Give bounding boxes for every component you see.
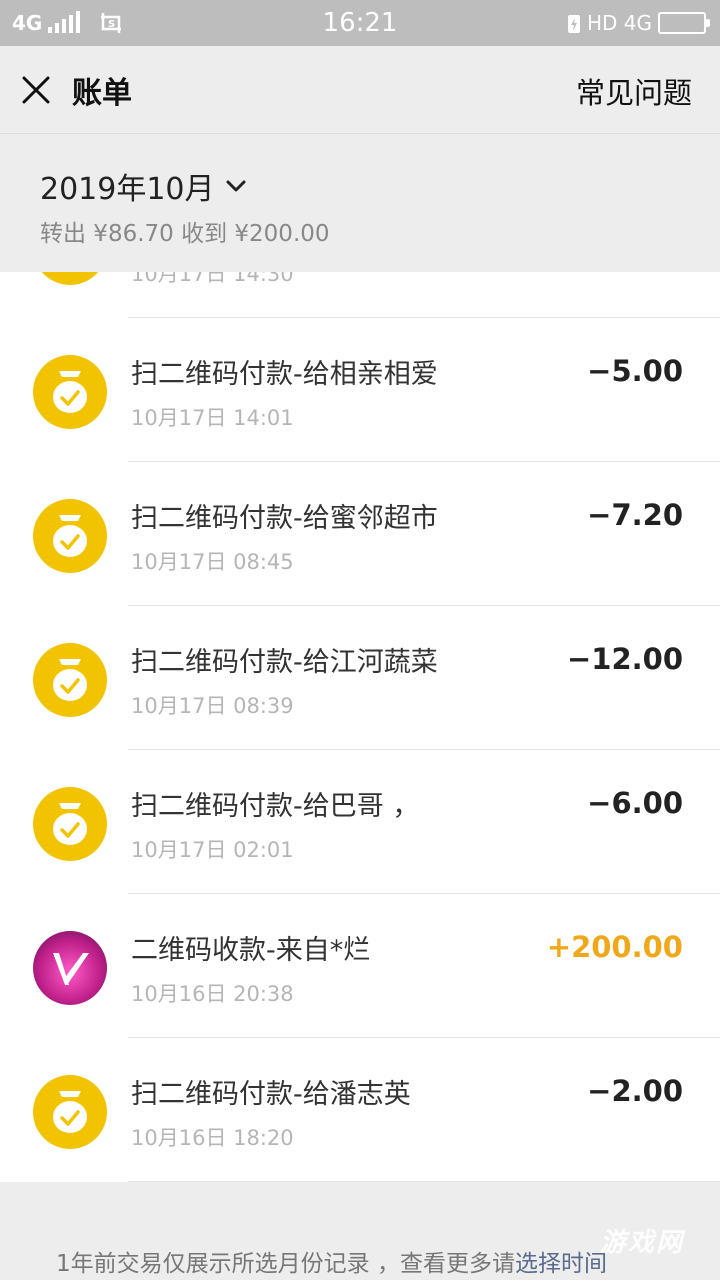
page-title: 账单 xyxy=(72,76,132,111)
select-time-link[interactable]: 选择时间 xyxy=(515,1251,607,1277)
money-bag-icon xyxy=(33,355,107,429)
charging-icon xyxy=(567,15,580,33)
transaction-title: 二维码收款-来自*烂 xyxy=(131,935,371,966)
month-label: 2019年10月 xyxy=(40,172,215,207)
money-bag-icon xyxy=(33,787,107,861)
money-bag-icon xyxy=(33,643,107,717)
transaction-time: 10月17日 14:30 xyxy=(131,272,294,286)
status-right-text: HD 4G xyxy=(586,11,652,35)
avatar-photo xyxy=(33,931,107,1005)
transaction-row[interactable]: 二维码收款-来自*烂 10月16日 20:38 +200.00 xyxy=(0,894,720,1038)
transaction-row[interactable]: 扫二维码付款-给江河蔬菜 10月17日 08:39 −12.00 xyxy=(0,606,720,750)
transaction-amount: +200.00 xyxy=(546,930,683,964)
money-bag-icon xyxy=(33,272,107,285)
transaction-list[interactable]: 10月17日 14:30 扫二维码付款-给相亲相爱 10月17日 14:01 −… xyxy=(0,272,720,1182)
transaction-amount: −5.00 xyxy=(587,354,683,388)
transaction-time: 10月17日 02:01 xyxy=(131,838,294,862)
transaction-row[interactable]: 扫二维码付款-给蜜邻超市 10月17日 08:45 −7.20 xyxy=(0,462,720,606)
watermark: 游戏网 xyxy=(599,1228,684,1258)
transaction-title: 扫二维码付款-给巴哥 ， xyxy=(131,791,420,822)
transaction-title: 扫二维码付款-给潘志英 xyxy=(131,1079,411,1110)
transaction-time: 10月17日 08:45 xyxy=(131,550,294,574)
transaction-time: 10月16日 18:20 xyxy=(131,1126,294,1150)
chevron-down-icon xyxy=(226,180,246,192)
money-bag-icon xyxy=(33,1075,107,1149)
transaction-amount: −6.00 xyxy=(587,786,683,820)
footer-note: 1年前交易仅展示所选月份记录 ，查看更多请选择时间 xyxy=(56,1244,607,1278)
close-icon[interactable] xyxy=(18,72,54,108)
status-bar: 4G S 16:21 HD 4G xyxy=(0,0,720,46)
footer-note-text: 1年前交易仅展示所选月份记录 ，查看更多请 xyxy=(56,1251,515,1277)
transaction-row[interactable]: 扫二维码付款-给潘志英 10月16日 18:20 −2.00 xyxy=(0,1038,720,1182)
transaction-amount: −12.00 xyxy=(566,642,683,676)
transaction-time: 10月16日 20:38 xyxy=(131,982,294,1006)
battery-icon xyxy=(658,12,710,34)
transaction-time: 10月17日 08:39 xyxy=(131,694,294,718)
month-summary: 转出 ¥86.70 收到 ¥200.00 xyxy=(40,221,330,247)
transaction-row[interactable]: 扫二维码付款-给巴哥 ， 10月17日 02:01 −6.00 xyxy=(0,750,720,894)
transaction-title: 扫二维码付款-给相亲相爱 xyxy=(131,359,438,390)
money-bag-icon xyxy=(33,499,107,573)
faq-link[interactable]: 常见问题 xyxy=(576,70,692,112)
transaction-time: 10月17日 14:01 xyxy=(131,406,294,430)
transaction-amount: −7.20 xyxy=(587,498,683,532)
footer: 1年前交易仅展示所选月份记录 ，查看更多请选择时间 游戏网 xyxy=(0,1182,720,1280)
transaction-row[interactable]: 扫二维码付款-给相亲相爱 10月17日 14:01 −5.00 xyxy=(0,318,720,462)
month-selector[interactable]: 2019年10月 xyxy=(40,164,247,208)
month-header: 2019年10月 转出 ¥86.70 收到 ¥200.00 xyxy=(0,134,720,272)
transaction-row[interactable]: 10月17日 14:30 xyxy=(0,272,720,318)
transaction-title: 扫二维码付款-给蜜邻超市 xyxy=(131,503,438,534)
top-nav: 账单 常见问题 xyxy=(0,46,720,134)
transaction-amount: −2.00 xyxy=(587,1074,683,1108)
transaction-title: 扫二维码付款-给江河蔬菜 xyxy=(131,647,438,678)
